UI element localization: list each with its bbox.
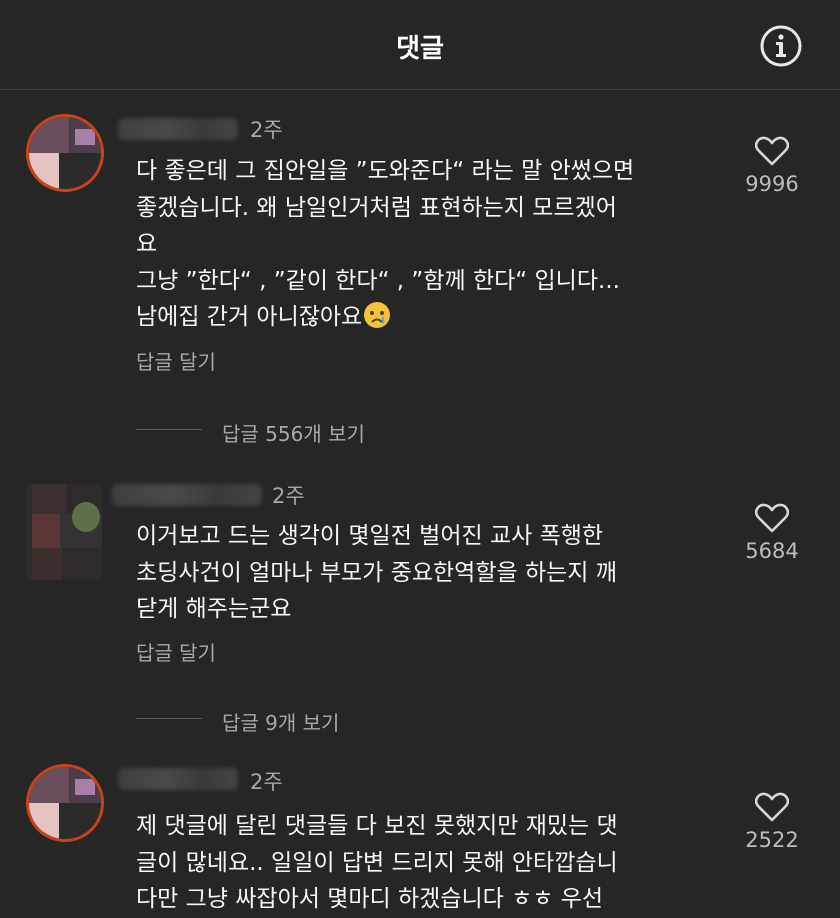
like-section: 9996 — [730, 136, 814, 196]
like-count: 2522 — [745, 828, 799, 852]
divider-line — [136, 718, 202, 719]
avatar[interactable] — [26, 114, 104, 192]
like-count: 9996 — [745, 172, 799, 196]
view-replies-button[interactable]: 답글 9개 보기 — [136, 707, 456, 735]
username-blurred[interactable] — [118, 118, 238, 140]
comment-text: 제 댓글에 달린 댓글들 다 보진 못했지만 재밌는 댓 글이 많네요.. 일일… — [136, 813, 618, 912]
view-replies-label: 답글 9개 보기 — [222, 711, 340, 735]
comment-text: 다 좋은데 그 집안일을 ”도와준다“ 라는 말 안썼으면 좋겠습니다. 왜 남… — [136, 158, 635, 330]
username-blurred[interactable] — [112, 484, 262, 506]
comment-text: 이거보고 드는 생각이 몇일전 벌어진 교사 폭행한 초딩사건이 얼마나 부모가… — [136, 523, 617, 622]
reply-button[interactable]: 답글 달기 — [136, 637, 216, 666]
view-replies-button[interactable]: 답글 556개 보기 — [136, 418, 456, 446]
crying-face-icon — [362, 300, 392, 330]
comment-time: 2주 — [250, 770, 283, 794]
reply-button[interactable]: 답글 달기 — [136, 346, 216, 375]
page-title: 댓글 — [396, 34, 444, 64]
like-section: 2522 — [730, 792, 814, 852]
header-bar: 댓글 — [0, 0, 840, 90]
like-section: 5684 — [730, 503, 814, 563]
info-icon[interactable] — [759, 24, 803, 68]
avatar[interactable] — [26, 764, 104, 842]
username-blurred[interactable] — [118, 768, 238, 790]
heart-icon[interactable] — [755, 136, 789, 166]
view-replies-label: 답글 556개 보기 — [222, 422, 365, 446]
comment-time: 2주 — [272, 484, 305, 508]
like-count: 5684 — [745, 539, 799, 563]
heart-icon[interactable] — [755, 503, 789, 533]
avatar[interactable] — [26, 484, 102, 580]
comment-time: 2주 — [250, 118, 283, 142]
divider-line — [136, 429, 202, 430]
heart-icon[interactable] — [755, 792, 789, 822]
